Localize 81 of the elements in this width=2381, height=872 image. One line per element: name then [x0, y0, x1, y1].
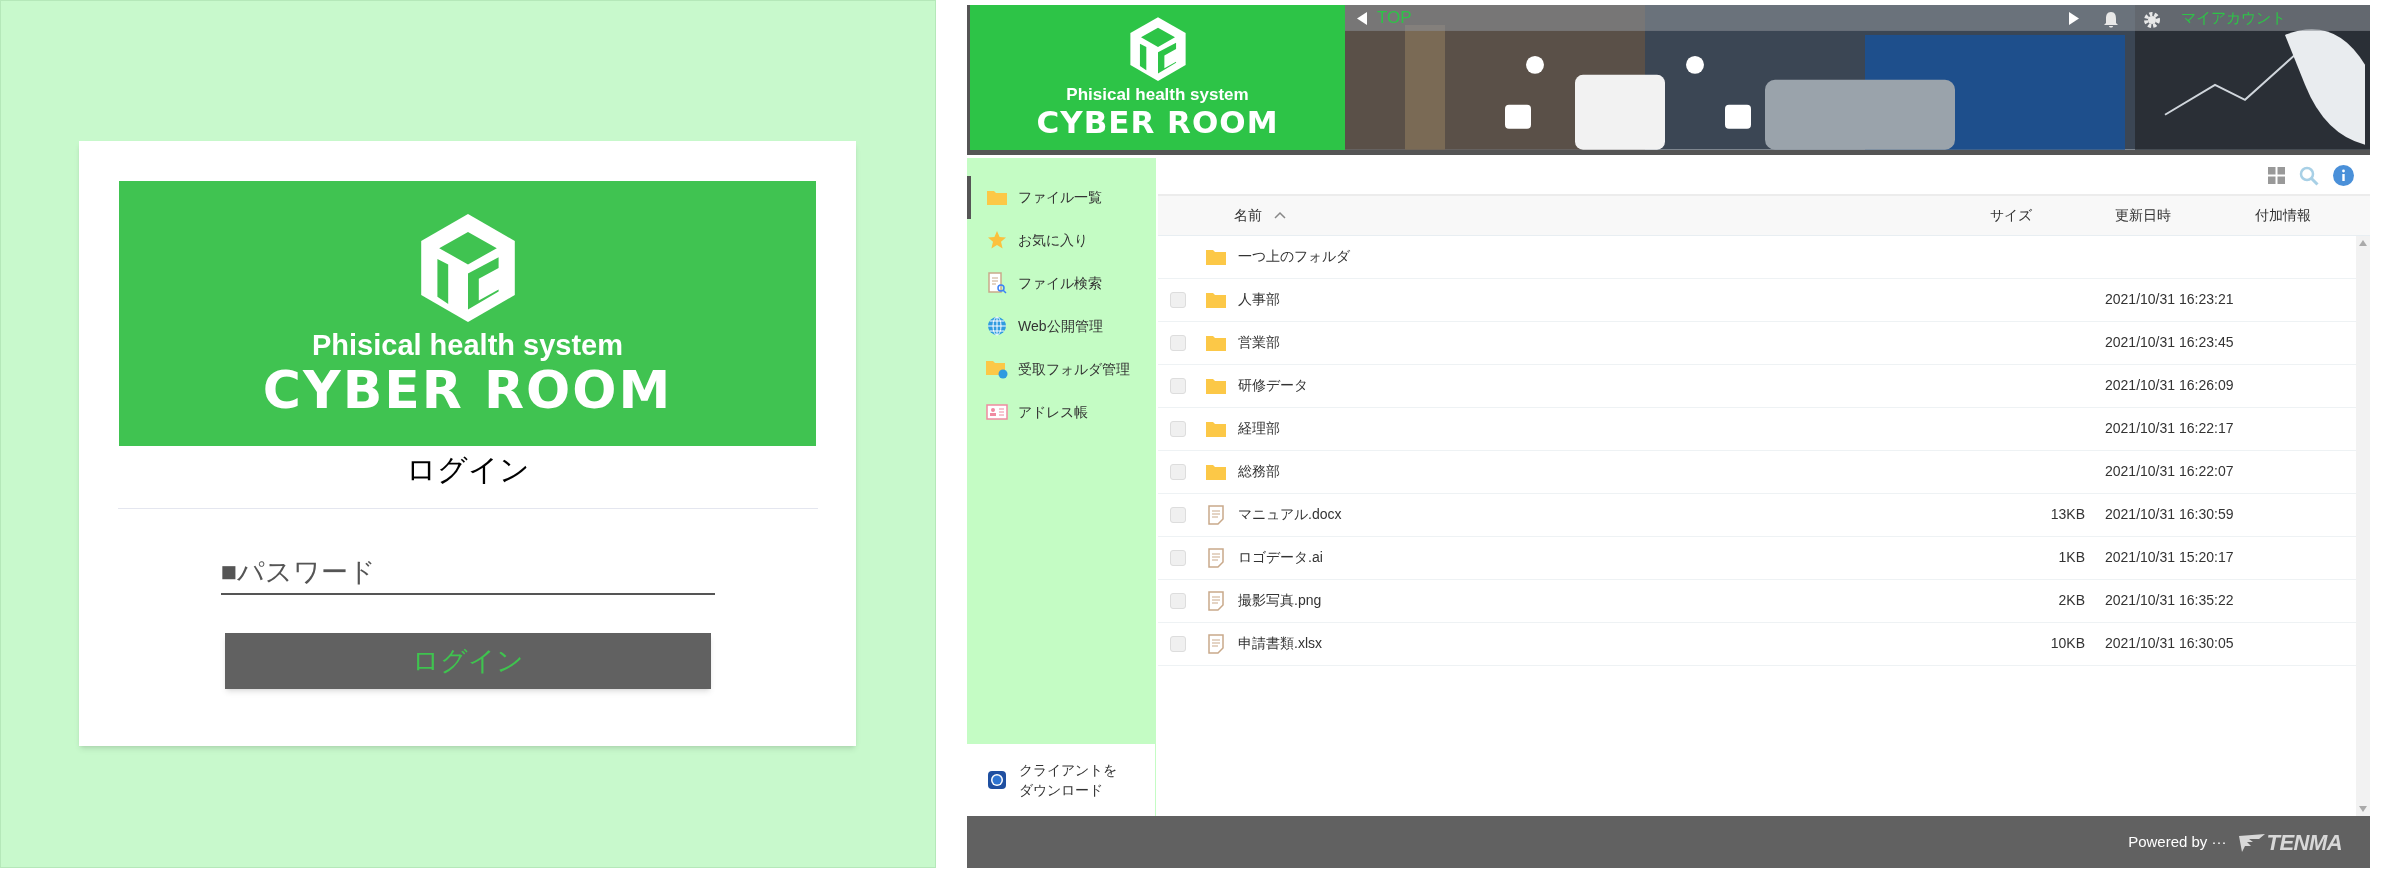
scroll-down-icon[interactable]: [2359, 806, 2367, 813]
file-name[interactable]: 経理部: [1238, 420, 1280, 437]
row-checkbox[interactable]: [1170, 635, 1186, 652]
file-name[interactable]: マニュアル.docx: [1238, 506, 1342, 523]
row-checkbox[interactable]: [1170, 549, 1186, 566]
document-icon: [1208, 547, 1224, 568]
left-arrow-icon[interactable]: [1357, 12, 1367, 25]
powered-by-text: Powered by ···: [2128, 831, 2227, 852]
sort-caret-icon[interactable]: [1274, 211, 1286, 220]
document-search-icon: [986, 272, 1008, 295]
folder-icon: [1206, 420, 1226, 437]
row-checkbox[interactable]: [1170, 420, 1186, 437]
download-link[interactable]: ダウンロード: [1019, 780, 1117, 801]
sidebar-item[interactable]: お気に入り: [967, 218, 1156, 262]
file-name[interactable]: 研修データ: [1238, 377, 1308, 394]
row-checkbox[interactable]: [1170, 291, 1186, 308]
scrollbar[interactable]: [2356, 235, 2370, 817]
folder-icon: [1206, 463, 1226, 480]
table-cell: 2021/10/31 16:35:22: [2105, 592, 2234, 609]
logo-wordmark: CYBER ROOM: [262, 361, 673, 418]
wing-icon: [2238, 832, 2265, 853]
table-cell: 2021/10/31 15:20:17: [2105, 549, 2234, 566]
folder-icon: [1206, 248, 1226, 265]
file-name[interactable]: ロゴデータ.ai: [1238, 549, 1323, 566]
table-cell: 2021/10/31 16:23:21: [2105, 291, 2234, 308]
row-checkbox[interactable]: [1170, 592, 1186, 609]
sidebar-item[interactable]: 受取フォルダ管理: [967, 347, 1156, 391]
table-cell: 2021/10/31 16:30:05: [2105, 635, 2234, 652]
document-icon: [1208, 504, 1224, 525]
contact-card-icon: [986, 404, 1008, 421]
file-name[interactable]: 営業部: [1238, 334, 1280, 351]
parent-folder-link[interactable]: 一つ上のフォルダ: [1238, 248, 1350, 265]
table-cell: 2021/10/31 16:30:59: [2105, 506, 2234, 523]
login-title: ログイン: [405, 452, 530, 488]
download-link[interactable]: クライアントを: [1019, 760, 1117, 781]
row-checkbox[interactable]: [1170, 506, 1186, 523]
bell-icon[interactable]: [2103, 11, 2119, 29]
table-cell: 2021/10/31 16:22:17: [2105, 420, 2234, 437]
file-name[interactable]: 人事部: [1238, 291, 1280, 308]
sidebar-item[interactable]: アドレス帳: [967, 390, 1156, 434]
globe-icon: [987, 770, 1007, 791]
folder-icon: [1206, 377, 1226, 394]
document-icon: [1208, 590, 1224, 611]
logo-wordmark: CYBER ROOM: [1036, 105, 1279, 140]
table-cell: 2021/10/31 16:26:09: [2105, 377, 2234, 394]
right-arrow-icon[interactable]: [2069, 12, 2079, 25]
folder-icon: [1206, 334, 1226, 351]
table-cell: 1KB: [2058, 549, 2085, 566]
brand-logo-text: TENMA: [2266, 828, 2342, 857]
column-header[interactable]: 名前: [1234, 204, 1262, 226]
table-cell: 10KB: [2050, 635, 2085, 652]
file-name[interactable]: 申請書類.xlsx: [1238, 635, 1322, 652]
settings-icon[interactable]: [2143, 11, 2161, 29]
row-checkbox[interactable]: [1170, 334, 1186, 351]
sidebar-item[interactable]: ファイル検索: [967, 261, 1156, 305]
globe-icon: [986, 316, 1008, 337]
folder-globe-icon: [986, 359, 1008, 380]
folder-icon: [986, 189, 1008, 206]
column-header[interactable]: 付加情報: [2255, 206, 2311, 223]
star-icon: [986, 230, 1008, 251]
scroll-up-icon[interactable]: [2359, 239, 2367, 246]
row-checkbox[interactable]: [1170, 377, 1186, 394]
document-icon: [1208, 633, 1224, 654]
table-cell: 2KB: [2058, 592, 2085, 609]
file-name[interactable]: 撮影写真.png: [1238, 592, 1322, 609]
column-header[interactable]: サイズ: [1990, 206, 2032, 223]
logo-tagline: Phisical health system: [311, 327, 624, 362]
search-icon[interactable]: [2299, 165, 2319, 186]
table-cell: 2021/10/31 16:23:45: [2105, 334, 2234, 351]
file-name[interactable]: 総務部: [1238, 463, 1280, 480]
download-panel[interactable]: クライアントを ダウンロード: [967, 744, 1156, 817]
info-icon[interactable]: [2333, 165, 2354, 187]
column-header[interactable]: 更新日時: [2115, 206, 2171, 223]
folder-icon: [1206, 291, 1226, 308]
row-checkbox[interactable]: [1170, 463, 1186, 480]
grid-view-icon[interactable]: [2268, 167, 2285, 185]
table-cell: 2021/10/31 16:22:07: [2105, 463, 2234, 480]
password-field[interactable]: ■パスワード: [220, 551, 715, 595]
table-cell: 13KB: [2050, 506, 2085, 523]
logo-tagline: Phisical health system: [1066, 85, 1249, 106]
sidebar-item[interactable]: Web公開管理: [967, 304, 1156, 348]
